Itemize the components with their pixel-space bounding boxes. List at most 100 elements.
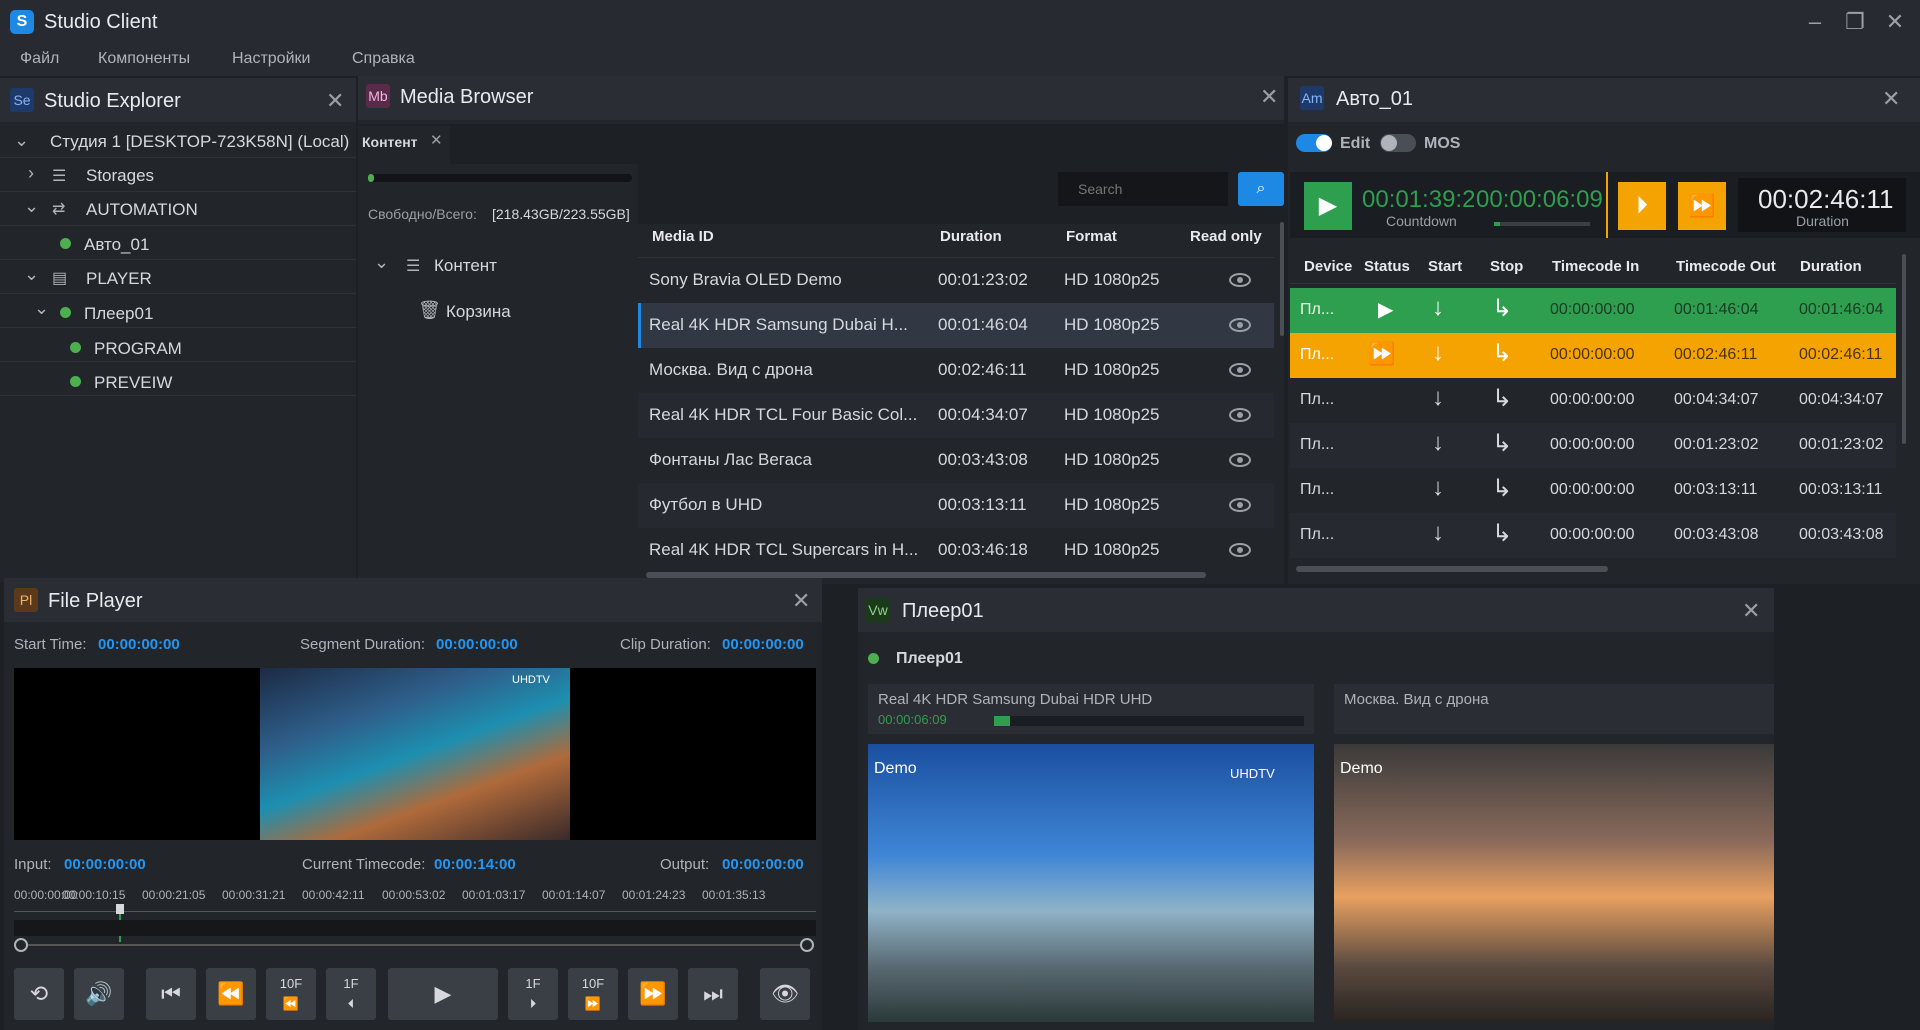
file-player-close-icon[interactable]: ✕ [792,588,810,614]
next-marker [1606,172,1608,238]
tree-trash-label[interactable]: Корзина [446,302,511,322]
chevron-right-icon[interactable]: › [28,163,34,184]
duration-label: Duration [1796,213,1849,229]
arrow-stop-icon[interactable]: ↳ [1492,294,1512,323]
auto-close-icon[interactable]: ✕ [1882,86,1900,112]
arrow-stop-icon[interactable]: ↳ [1492,474,1512,503]
col-auto-duration[interactable]: Duration [1800,258,1862,275]
back-10-frames-button[interactable]: 10F ⏪ [266,968,316,1020]
media-vscrollbar[interactable] [1280,222,1284,336]
chevron-down-icon[interactable]: ⌄ [24,264,39,285]
playhead-marker[interactable] [116,904,124,914]
program-uhd-label: UHDTV [1230,766,1275,781]
forward-1-frame-button[interactable]: 1F ⏵ [508,968,558,1020]
arrow-down-icon[interactable]: ↓ [1432,384,1444,412]
search-icon[interactable]: ⌕ [1238,172,1284,206]
eye-icon[interactable] [1229,543,1251,557]
viewer-close-icon[interactable]: ✕ [1742,598,1760,624]
eye-icon[interactable] [1229,273,1251,287]
row-duration: 00:04:34:07 [1799,391,1884,408]
go-to-end-icon[interactable]: ⏭ [688,968,738,1020]
col-format[interactable]: Format [1066,228,1117,245]
media-duration: 00:03:46:18 [938,540,1028,559]
program-progress-fill [994,716,1010,726]
col-media-id[interactable]: Media ID [652,228,714,245]
play-icon[interactable]: ▶ [388,968,498,1020]
arrow-stop-icon[interactable]: ↳ [1492,339,1512,368]
col-stop[interactable]: Stop [1490,258,1523,275]
col-device[interactable]: Device [1304,258,1352,275]
edit-label: Edit [1340,135,1371,152]
arrow-stop-icon[interactable]: ↳ [1492,384,1512,413]
timeline-track[interactable] [14,920,816,936]
forward-10-frames-button[interactable]: 10F ⏩ [568,968,618,1020]
chevron-down-icon[interactable]: ⌄ [14,130,29,151]
eye-icon[interactable] [1229,318,1251,332]
chevron-down-icon[interactable]: ⌄ [34,298,49,319]
media-duration: 00:01:23:02 [938,270,1028,289]
eye-icon[interactable] [1229,498,1251,512]
tree-auto01[interactable] [0,226,356,260]
chevron-down-icon[interactable]: ⌄ [374,252,389,273]
menu-help[interactable]: Справка [352,50,415,68]
go-to-start-icon[interactable]: ⏮ [146,968,196,1020]
col-duration[interactable]: Duration [940,228,1002,245]
media-browser-close-icon[interactable]: ✕ [1260,84,1278,110]
chevron-down-icon[interactable]: ⌄ [24,196,39,217]
menu-settings[interactable]: Настройки [232,50,310,68]
back-1-frame-button[interactable]: 1F ⏴ [326,968,376,1020]
play-icon[interactable]: ▶ [1304,182,1352,230]
tab-content-label: Контент [362,134,418,150]
tree-preview[interactable] [0,362,356,396]
arrow-down-icon[interactable]: ↓ [1432,339,1444,367]
skip-next-icon[interactable]: ⏩ [1678,182,1726,230]
restore-icon[interactable]: ❐ [1840,8,1870,36]
arrow-down-icon[interactable]: ↓ [1432,474,1444,502]
menu-components[interactable]: Компоненты [98,50,190,68]
eye-icon[interactable] [1229,408,1251,422]
elapsed-progress-fill [1494,222,1500,226]
program-video[interactable] [868,744,1314,1022]
countdown-label: Countdown [1386,213,1457,229]
fast-forward-icon[interactable]: ⏩ [628,968,678,1020]
arrow-stop-icon[interactable]: ↳ [1492,429,1512,458]
edit-toggle-knob [1316,135,1332,151]
media-id: Москва. Вид с дрона [649,360,813,379]
col-timecode-in[interactable]: Timecode In [1552,258,1639,275]
minimize-icon[interactable]: – [1800,8,1830,36]
range-slider[interactable] [20,944,810,946]
row-tc-out: 00:02:46:11 [1674,346,1758,363]
menu-file[interactable]: Файл [20,50,59,68]
search-input[interactable] [1058,172,1228,206]
arrow-down-icon[interactable]: ↓ [1432,429,1444,457]
arrow-down-icon[interactable]: ↓ [1432,294,1444,322]
col-status[interactable]: Status [1364,258,1410,275]
arrow-down-icon[interactable]: ↓ [1432,519,1444,547]
range-end-handle[interactable] [800,938,814,952]
loop-icon[interactable]: ⟲ [14,968,64,1020]
eye-icon[interactable] [1229,453,1251,467]
preview-video[interactable] [1334,744,1774,1022]
auto-vscrollbar[interactable] [1902,254,1906,444]
cue-icon[interactable]: ⏵ [1618,182,1666,230]
range-start-handle[interactable] [14,938,28,952]
row-device: Пл... [1300,481,1335,498]
explorer-close-icon[interactable]: ✕ [326,88,344,114]
col-read-only[interactable]: Read only [1190,228,1262,245]
tree-player01[interactable] [0,294,356,328]
col-timecode-out[interactable]: Timecode Out [1676,258,1776,275]
auto-hscrollbar[interactable] [1296,566,1608,572]
volume-icon[interactable]: 🔊 [74,968,124,1020]
status-dot [868,653,879,664]
close-window-icon[interactable]: ✕ [1880,8,1910,36]
arrow-stop-icon[interactable]: ↳ [1492,519,1512,548]
eye-toggle-icon[interactable]: 👁 [760,968,810,1020]
eye-icon[interactable] [1229,363,1251,377]
media-id: Real 4K HDR Samsung Dubai H... [649,315,908,334]
col-start[interactable]: Start [1428,258,1462,275]
ruler-label: 00:01:35:13 [702,888,766,902]
row-duration: 00:02:46:11 [1799,346,1883,363]
tab-close-icon[interactable]: ✕ [430,131,443,149]
rewind-icon[interactable]: ⏪ [206,968,256,1020]
forward-10f-label: 10F [581,976,605,991]
